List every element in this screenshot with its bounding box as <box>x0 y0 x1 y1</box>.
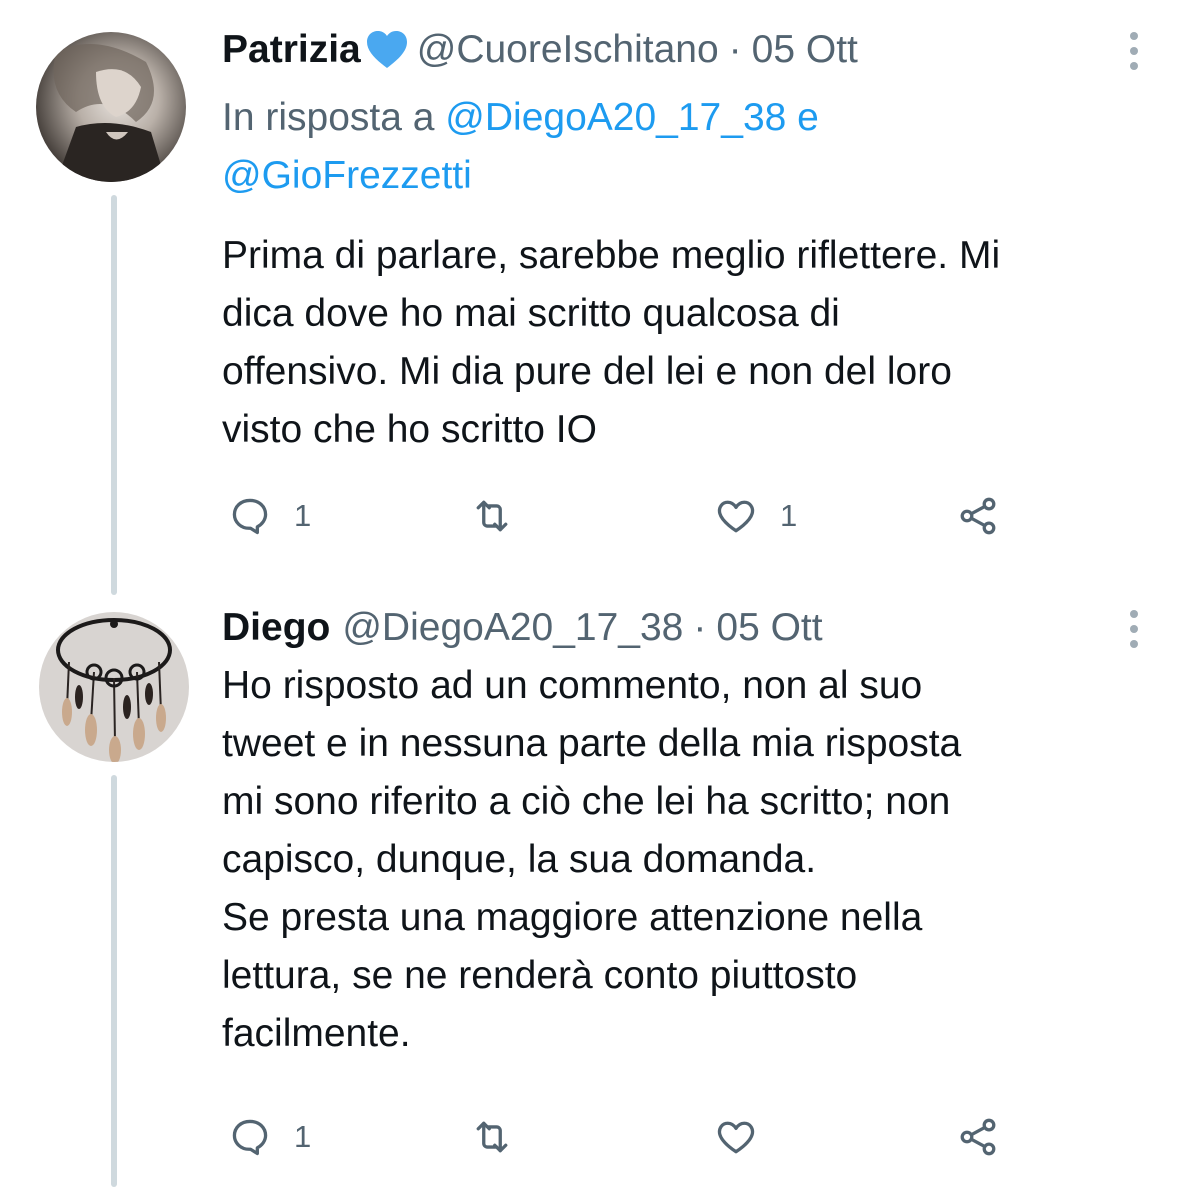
tweet-date[interactable]: 05 Ott <box>716 604 822 652</box>
author-name[interactable]: Patrizia <box>222 26 361 74</box>
tweet-actions: 1 1 <box>228 491 1008 541</box>
avatar[interactable] <box>39 612 189 762</box>
reply-user-link[interactable]: @GioFrezzetti <box>222 154 472 197</box>
tweet-header: Patrizia @CuoreIschitano · 05 Ott <box>222 26 1160 74</box>
tweet-text: Prima di parlare, sarebbe meglio riflett… <box>222 234 1001 451</box>
reply-user-link[interactable]: @DiegoA20_17_38 <box>445 96 786 139</box>
separator-dot: · <box>693 606 707 649</box>
reply-prefix: In risposta a <box>222 96 435 139</box>
like-button[interactable] <box>714 1115 758 1159</box>
tweet[interactable]: Patrizia @CuoreIschitano · 05 Ott In ris… <box>222 26 1160 459</box>
share-icon <box>960 1118 996 1156</box>
tweet-text: Ho risposto ad un commento, non al suo t… <box>222 664 962 1055</box>
more-options-icon[interactable] <box>1130 610 1140 648</box>
thread-line-bottom <box>111 775 117 1187</box>
like-button[interactable]: 1 <box>714 494 797 538</box>
more-options-icon[interactable] <box>1130 32 1140 70</box>
separator-dot: · <box>728 28 742 71</box>
avatar[interactable] <box>36 32 186 182</box>
heart-icon <box>717 500 755 533</box>
share-button[interactable] <box>956 1115 1000 1159</box>
retweet-button[interactable] <box>470 1115 514 1159</box>
heart-icon <box>717 1121 755 1154</box>
reply-joiner: e <box>797 96 819 139</box>
tweet-actions: 1 <box>228 1112 1008 1162</box>
reply-button[interactable]: 1 <box>228 1115 311 1159</box>
patrizia-avatar-image <box>36 32 186 182</box>
retweet-icon <box>476 1121 508 1153</box>
reply-context: In risposta a @DiegoA20_17_38 e @GioFrez… <box>222 89 1160 205</box>
tweet-date[interactable]: 05 Ott <box>752 26 858 74</box>
like-count: 1 <box>780 498 798 533</box>
blue-heart-icon <box>365 30 409 70</box>
author-handle[interactable]: @DiegoA20_17_38 <box>342 604 683 652</box>
tweet-header: Diego @DiegoA20_17_38 · 05 Ott <box>222 604 1160 652</box>
reply-button[interactable]: 1 <box>228 494 311 538</box>
reply-icon <box>232 1119 268 1156</box>
author-name[interactable]: Diego <box>222 604 330 652</box>
reply-icon <box>232 498 268 535</box>
retweet-button[interactable] <box>470 494 514 538</box>
tweet[interactable]: Diego @DiegoA20_17_38 · 05 Ott Ho rispos… <box>222 604 1160 1063</box>
reply-count: 1 <box>294 498 312 533</box>
share-button[interactable] <box>956 494 1000 538</box>
author-handle[interactable]: @CuoreIschitano <box>417 26 719 74</box>
diego-avatar-image <box>39 612 189 762</box>
retweet-icon <box>476 500 508 532</box>
reply-count: 1 <box>294 1119 312 1154</box>
thread-line-top <box>111 195 117 595</box>
share-icon <box>960 497 996 535</box>
